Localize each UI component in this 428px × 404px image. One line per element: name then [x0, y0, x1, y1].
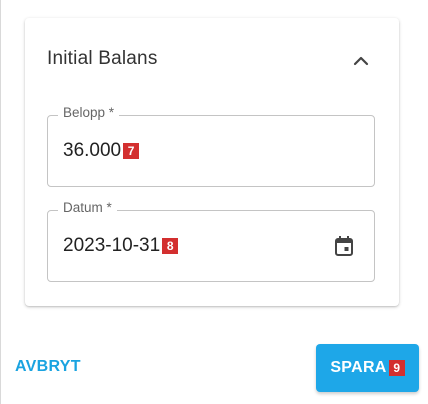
amount-field[interactable]: Belopp * 36.000 7 — [47, 105, 375, 187]
amount-value: 36.000 — [63, 140, 122, 161]
cancel-button[interactable]: AVBRYT — [15, 358, 81, 376]
date-field[interactable]: Datum * 2023-10-31 8 — [47, 200, 375, 282]
date-label: Datum * — [58, 200, 117, 215]
date-input[interactable]: 2023-10-31 8 — [63, 235, 179, 257]
save-button[interactable]: SPARA 9 — [316, 344, 419, 392]
element-marker-8: 8 — [162, 238, 179, 254]
chevron-up-icon — [353, 56, 369, 66]
dialog-page: Initial Balans Belopp * 36.000 7 Datum *… — [0, 0, 428, 404]
calendar-icon — [335, 236, 353, 256]
amount-label: Belopp * — [58, 105, 120, 120]
save-label: SPARA — [330, 359, 387, 376]
element-marker-7: 7 — [123, 143, 140, 159]
date-value: 2023-10-31 — [63, 235, 161, 256]
initial-balance-card: Initial Balans Belopp * 36.000 7 Datum *… — [25, 18, 399, 306]
collapse-button[interactable] — [348, 48, 374, 74]
calendar-button[interactable] — [331, 233, 357, 259]
element-marker-9: 9 — [388, 360, 405, 376]
card-header[interactable]: Initial Balans — [25, 18, 399, 102]
amount-input[interactable]: 36.000 7 — [63, 140, 140, 162]
card-title: Initial Balans — [47, 48, 158, 69]
